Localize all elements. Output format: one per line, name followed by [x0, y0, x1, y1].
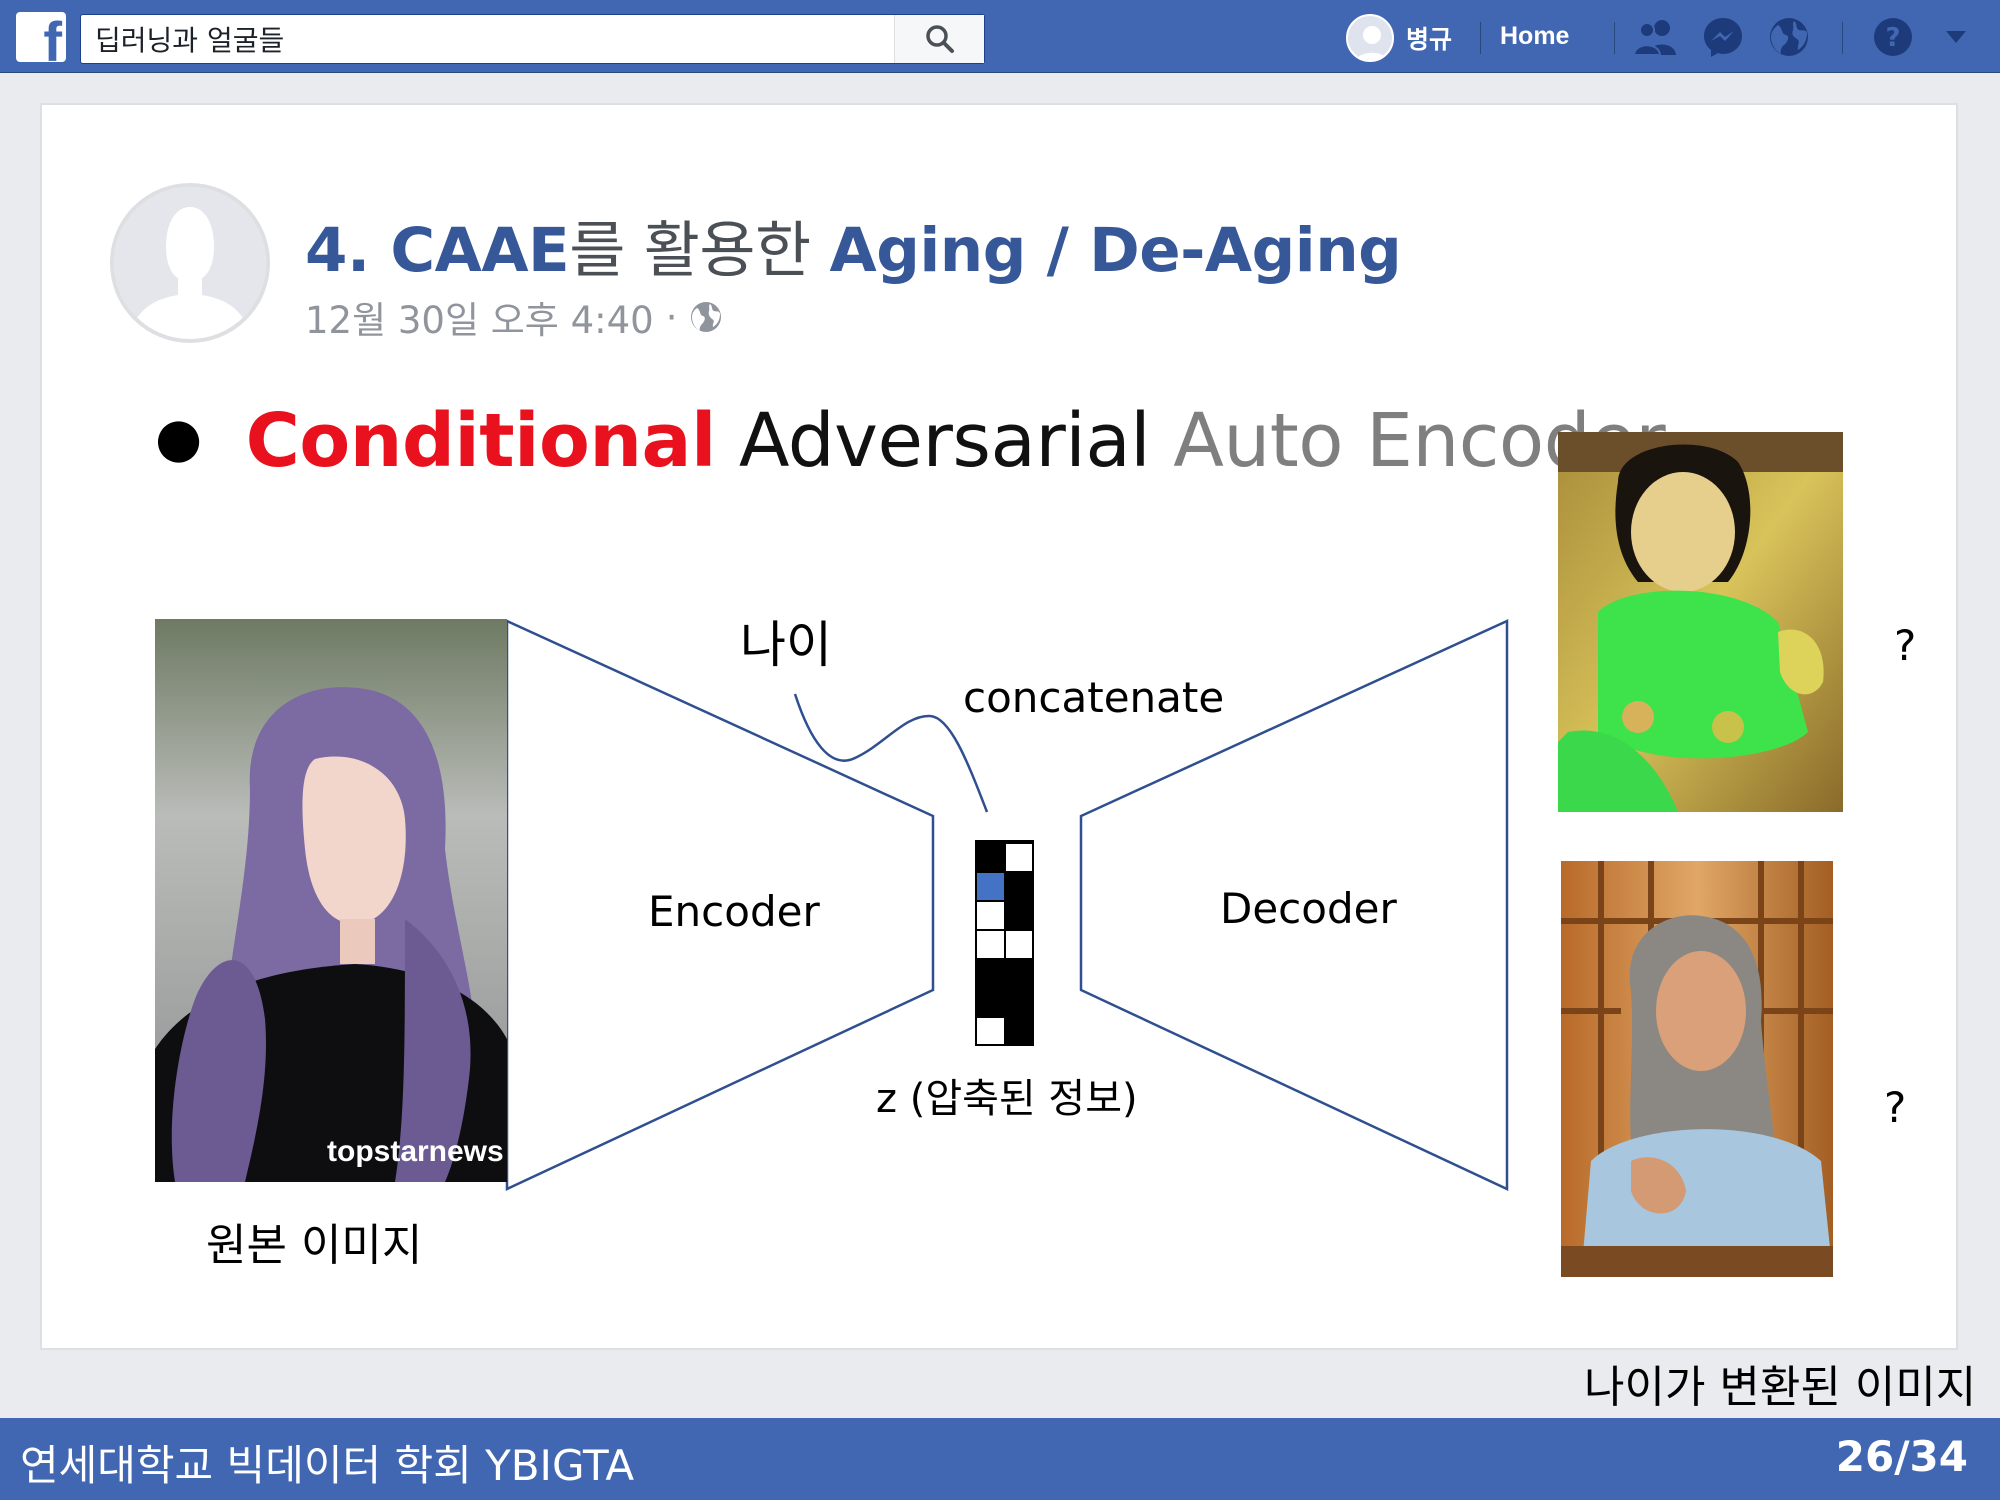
organization-name: 연세대학교 빅데이터 학회 YBIGTA: [20, 1441, 635, 1490]
age-label: 나이: [740, 616, 832, 674]
age-condition-cell: [975, 871, 1006, 902]
encoder-label: Encoder: [648, 887, 820, 936]
latent-vector-z: [975, 840, 1034, 1046]
source-image-caption: 원본 이미지: [206, 1220, 423, 1271]
concatenate-label: concatenate: [963, 673, 1224, 722]
watermark-text: topstarnews: [327, 1135, 504, 1168]
aged-image: [1561, 861, 1833, 1277]
z-label: z (압축된 정보): [876, 1076, 1138, 1122]
de-aged-image: [1558, 432, 1843, 812]
footer-bar: 연세대학교 빅데이터 학회 YBIGTA 26/34: [0, 1418, 2000, 1500]
question-mark-young: ?: [1894, 621, 1916, 670]
page-number: 26/34: [1835, 1432, 1968, 1481]
decoder-label: Decoder: [1220, 884, 1397, 933]
question-mark-old: ?: [1884, 1083, 1906, 1132]
result-image-caption: 나이가 변환된 이미지: [1584, 1362, 1977, 1413]
source-image: topstarnews: [155, 619, 507, 1182]
